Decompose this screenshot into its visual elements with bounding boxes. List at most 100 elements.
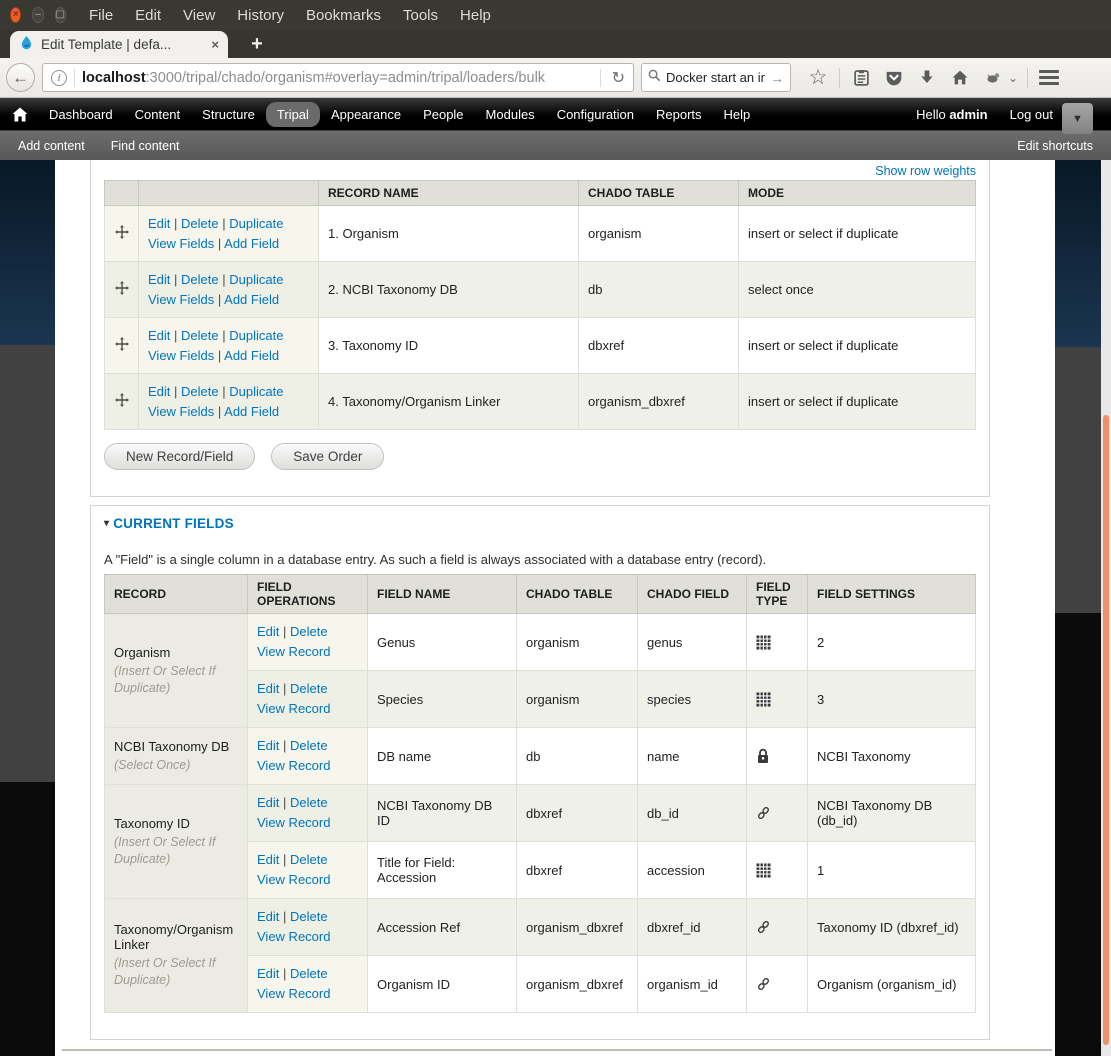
delete-link[interactable]: Delete — [290, 966, 328, 981]
view-record-link[interactable]: View Record — [257, 644, 330, 659]
view-record-link[interactable]: View Record — [257, 758, 330, 773]
menu-history[interactable]: History — [226, 7, 295, 24]
view-record-link[interactable]: View Record — [257, 929, 330, 944]
delete-link[interactable]: Delete — [290, 738, 328, 753]
delete-link[interactable]: Delete — [181, 328, 219, 343]
edit-link[interactable]: Edit — [148, 216, 170, 231]
drag-handle-icon[interactable] — [104, 317, 139, 374]
bookmark-star-icon[interactable]: ☆ — [806, 66, 830, 90]
browser-tab[interactable]: Edit Template | defa... × — [10, 31, 228, 58]
menu-bookmarks[interactable]: Bookmarks — [295, 7, 392, 24]
search-input[interactable]: Docker start an image — [666, 70, 765, 85]
drag-handle-icon[interactable] — [104, 373, 139, 430]
edit-link[interactable]: Edit — [257, 852, 279, 867]
add-field-link[interactable]: Add Field — [224, 404, 279, 419]
url-bar[interactable]: i localhost:3000/tripal/chado/organism#o… — [42, 63, 634, 92]
chevron-down-icon[interactable]: ⌄ — [1008, 71, 1018, 85]
delete-link[interactable]: Delete — [290, 909, 328, 924]
site-info-icon[interactable]: i — [51, 69, 67, 86]
drag-handle-icon[interactable] — [104, 261, 139, 318]
toolbar-item-dashboard[interactable]: Dashboard — [38, 102, 124, 127]
new-record-field-button[interactable]: New Record/Field — [104, 443, 256, 470]
edit-link[interactable]: Edit — [257, 624, 279, 639]
duplicate-link[interactable]: Duplicate — [229, 272, 283, 287]
page-background: Show row weights RECORD NAME CHADO TABLE… — [0, 160, 1111, 1056]
add-field-link[interactable]: Add Field — [224, 236, 279, 251]
admin-home-icon[interactable] — [12, 107, 28, 122]
edit-link[interactable]: Edit — [257, 738, 279, 753]
menu-file[interactable]: File — [78, 7, 124, 24]
view-record-link[interactable]: View Record — [257, 815, 330, 830]
shortcut-add-content[interactable]: Add content — [18, 139, 85, 153]
duplicate-link[interactable]: Duplicate — [229, 216, 283, 231]
pocket-icon[interactable] — [882, 66, 906, 90]
add-field-link[interactable]: Add Field — [224, 292, 279, 307]
delete-link[interactable]: Delete — [290, 624, 328, 639]
chado-field-column-header: CHADO FIELD — [637, 574, 747, 614]
delete-link[interactable]: Delete — [290, 681, 328, 696]
menu-tools[interactable]: Tools — [392, 7, 449, 24]
addons-icon[interactable] — [981, 66, 1005, 90]
delete-link[interactable]: Delete — [290, 852, 328, 867]
tab-close-icon[interactable]: × — [211, 37, 219, 52]
bookmarks-menu-icon[interactable] — [849, 66, 873, 90]
delete-link[interactable]: Delete — [181, 384, 219, 399]
toolbar-item-modules[interactable]: Modules — [475, 102, 546, 127]
field-settings-cell: 1 — [807, 841, 976, 899]
edit-link[interactable]: Edit — [257, 909, 279, 924]
scrollbar-thumb[interactable] — [1103, 415, 1109, 1045]
home-icon[interactable] — [948, 66, 972, 90]
download-icon[interactable] — [915, 66, 939, 90]
view-record-link[interactable]: View Record — [257, 872, 330, 887]
duplicate-link[interactable]: Duplicate — [229, 328, 283, 343]
field-name-cell: Title for Field: Accession — [367, 841, 517, 899]
delete-link[interactable]: Delete — [290, 795, 328, 810]
back-button[interactable]: ← — [6, 63, 35, 92]
view-fields-link[interactable]: View Fields — [148, 404, 214, 419]
delete-link[interactable]: Delete — [181, 272, 219, 287]
view-fields-link[interactable]: View Fields — [148, 236, 214, 251]
menu-help[interactable]: Help — [449, 7, 502, 24]
show-row-weights-link[interactable]: Show row weights — [875, 164, 976, 178]
search-go-icon[interactable]: → — [770, 70, 784, 86]
menu-hamburger-icon[interactable] — [1037, 66, 1061, 90]
toolbar-item-appearance[interactable]: Appearance — [320, 102, 412, 127]
toolbar-item-configuration[interactable]: Configuration — [546, 102, 645, 127]
add-field-link[interactable]: Add Field — [224, 348, 279, 363]
lock-icon — [746, 727, 808, 785]
window-maximize-button[interactable]: ▢ — [54, 7, 66, 23]
logout-link[interactable]: Log out — [1010, 107, 1053, 122]
new-tab-button[interactable]: + — [240, 33, 274, 57]
window-minimize-button[interactable]: – — [32, 7, 44, 23]
edit-link[interactable]: Edit — [257, 681, 279, 696]
current-fields-legend[interactable]: ▾ CURRENT FIELDS — [104, 516, 976, 531]
toolbar-item-tripal[interactable]: Tripal — [265, 101, 320, 127]
save-order-button[interactable]: Save Order — [271, 443, 385, 470]
chado-field-cell: organism_id — [637, 955, 747, 1013]
edit-link[interactable]: Edit — [148, 384, 170, 399]
toolbar-item-people[interactable]: People — [412, 102, 474, 127]
edit-link[interactable]: Edit — [257, 966, 279, 981]
window-close-button[interactable]: × — [10, 7, 22, 23]
view-fields-link[interactable]: View Fields — [148, 292, 214, 307]
toolbar-toggle-button[interactable]: ▼ — [1062, 103, 1093, 134]
shortcut-find-content[interactable]: Find content — [111, 139, 180, 153]
menu-view[interactable]: View — [172, 7, 226, 24]
view-fields-link[interactable]: View Fields — [148, 348, 214, 363]
reload-icon[interactable]: ↻ — [608, 68, 625, 88]
drag-handle-icon[interactable] — [104, 205, 139, 262]
delete-link[interactable]: Delete — [181, 216, 219, 231]
toolbar-item-reports[interactable]: Reports — [645, 102, 713, 127]
view-record-link[interactable]: View Record — [257, 701, 330, 716]
edit-link[interactable]: Edit — [257, 795, 279, 810]
search-bar[interactable]: Docker start an image → — [641, 63, 791, 92]
edit-link[interactable]: Edit — [148, 272, 170, 287]
toolbar-item-content[interactable]: Content — [124, 102, 192, 127]
view-record-link[interactable]: View Record — [257, 986, 330, 1001]
edit-shortcuts-link[interactable]: Edit shortcuts — [1017, 139, 1093, 153]
toolbar-item-help[interactable]: Help — [713, 102, 762, 127]
menu-edit[interactable]: Edit — [124, 7, 172, 24]
edit-link[interactable]: Edit — [148, 328, 170, 343]
duplicate-link[interactable]: Duplicate — [229, 384, 283, 399]
toolbar-item-structure[interactable]: Structure — [191, 102, 266, 127]
